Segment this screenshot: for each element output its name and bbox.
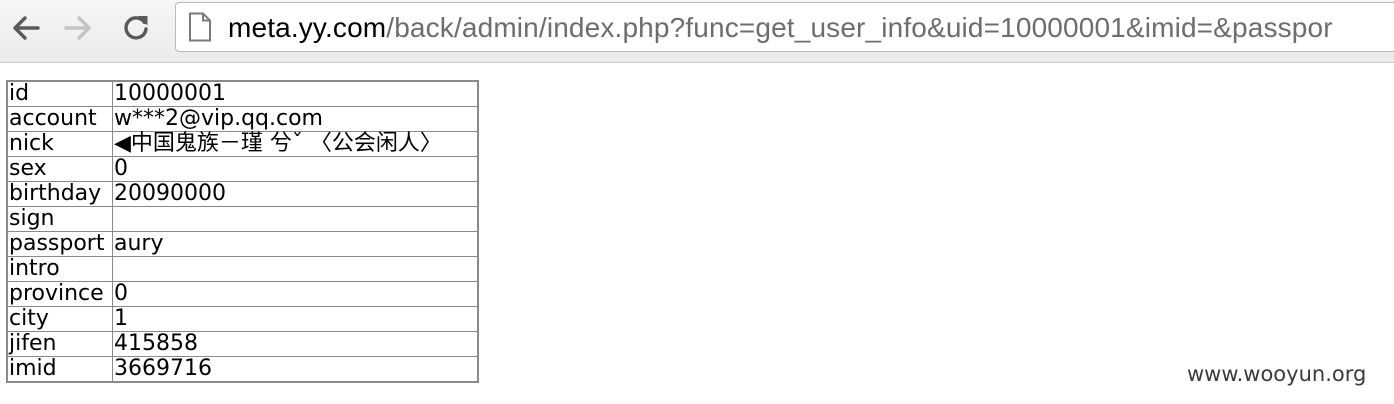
- watermark: www.wooyun.org: [1187, 362, 1367, 386]
- field-value-cell: 20090000: [112, 181, 479, 207]
- table-row: sign: [6, 206, 479, 232]
- field-value-cell: [112, 206, 479, 232]
- table-row: province 0: [6, 281, 479, 307]
- field-name-cell: passport: [6, 231, 113, 257]
- table-row: jifen 415858: [6, 331, 479, 357]
- field-name-cell: city: [6, 306, 113, 332]
- browser-toolbar: meta.yy.com/back/admin/index.php?func=ge…: [0, 0, 1394, 63]
- table-row: intro: [6, 256, 479, 282]
- field-name-cell: intro: [6, 256, 113, 282]
- field-name-cell: sex: [6, 156, 113, 182]
- field-value-cell: [112, 256, 479, 282]
- table-row: birthday 20090000: [6, 181, 479, 207]
- field-value-cell: 0: [112, 281, 479, 307]
- field-name-cell: account: [6, 106, 113, 132]
- user-info-table-body: id 10000001 account w***2@vip.qq.com nick ◀中国…: [6, 80, 479, 383]
- field-value-cell: 0: [112, 156, 479, 182]
- forward-button[interactable]: [56, 6, 100, 50]
- table-row: city 1: [6, 306, 479, 332]
- field-name-cell: birthday: [6, 181, 113, 207]
- field-name-cell: imid: [6, 356, 113, 383]
- back-button[interactable]: [4, 6, 48, 50]
- address-bar[interactable]: meta.yy.com/back/admin/index.php?func=ge…: [175, 2, 1394, 52]
- field-name-cell: jifen: [6, 331, 113, 357]
- table-row: imid 3669716: [6, 356, 479, 383]
- forward-arrow-icon: [64, 16, 91, 40]
- field-value-cell: ◀中国鬼族－瑾 兮ˇ 〈公会闲人〉: [112, 131, 479, 157]
- table-row: account w***2@vip.qq.com: [6, 106, 479, 132]
- page-document-icon: [189, 12, 211, 42]
- field-name-cell: province: [6, 281, 113, 307]
- field-value-cell: 415858: [112, 331, 479, 357]
- field-value-cell: 1: [112, 306, 479, 332]
- table-row: sex 0: [6, 156, 479, 182]
- table-row: passport aury: [6, 231, 479, 257]
- reload-button[interactable]: [114, 6, 158, 50]
- table-row: id 10000001: [6, 80, 479, 107]
- url-path: /back/admin/index.php?func=get_user_info…: [386, 12, 1333, 43]
- url-text[interactable]: meta.yy.com/back/admin/index.php?func=ge…: [228, 12, 1333, 44]
- field-name-cell: sign: [6, 206, 113, 232]
- back-arrow-icon: [13, 16, 40, 40]
- field-value-cell: 10000001: [112, 80, 479, 107]
- table-row: nick ◀中国鬼族－瑾 兮ˇ 〈公会闲人〉: [6, 131, 479, 157]
- user-info-table: id 10000001 account w***2@vip.qq.com nick ◀中国…: [6, 80, 479, 383]
- field-name-cell: id: [6, 80, 113, 107]
- field-value-cell: w***2@vip.qq.com: [112, 106, 479, 132]
- reload-icon: [124, 16, 148, 40]
- url-host: meta.yy.com: [228, 12, 387, 43]
- field-value-cell: aury: [112, 231, 479, 257]
- field-value-cell: 3669716: [112, 356, 479, 383]
- field-name-cell: nick: [6, 131, 113, 157]
